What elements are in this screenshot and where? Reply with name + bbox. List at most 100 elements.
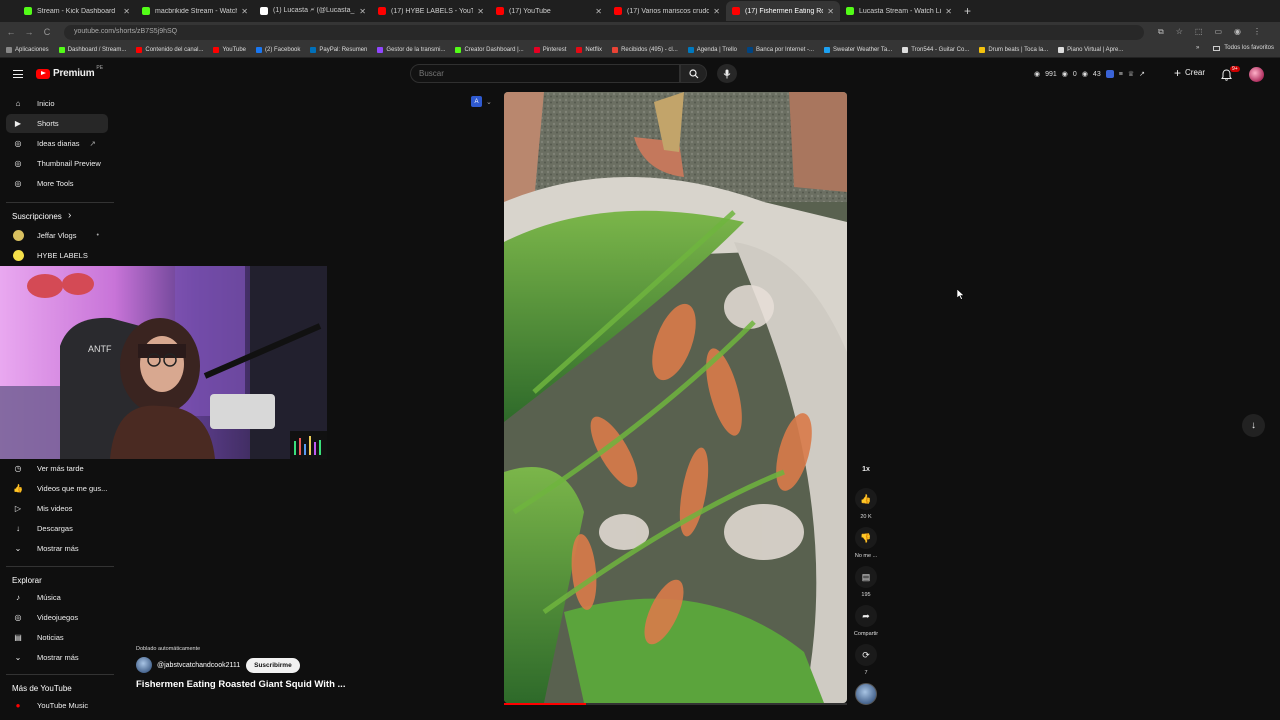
share-action[interactable]: ➦ Compartir bbox=[851, 605, 881, 637]
tab-close-icon[interactable]: ✕ bbox=[945, 7, 952, 16]
sidebar-item-mostrar-m-s[interactable]: ⌄ Mostrar más bbox=[6, 648, 108, 667]
tab-close-icon[interactable]: ✕ bbox=[477, 7, 484, 16]
sidebar-item-shorts[interactable]: ▶ Shorts bbox=[6, 114, 108, 133]
bookmarks-more-icon[interactable]: » bbox=[1196, 45, 1199, 51]
subscription-item[interactable]: Jeffar Vlogs • bbox=[6, 226, 108, 245]
install-icon[interactable]: ⧉ bbox=[1158, 27, 1164, 37]
sidebar-item-youtube-music[interactable]: ● YouTube Music bbox=[6, 696, 108, 715]
sidebar-item-videojuegos[interactable]: ◎ Videojuegos bbox=[6, 608, 108, 627]
notification-badge: 9+ bbox=[1230, 66, 1240, 72]
video-progress[interactable] bbox=[504, 703, 847, 705]
sidebar-item-inicio[interactable]: ⌂ Inicio bbox=[6, 94, 108, 113]
voice-search-button[interactable] bbox=[717, 64, 737, 83]
bookmark-item[interactable]: (2) Facebook bbox=[256, 46, 300, 53]
star-icon[interactable]: ☆ bbox=[1176, 27, 1183, 37]
bookmark-item[interactable]: Piano Virtual | Apre... bbox=[1058, 46, 1123, 53]
dislike-icon[interactable]: 👎 bbox=[855, 527, 877, 549]
speed-control[interactable]: 1x bbox=[851, 458, 881, 480]
tab-close-icon[interactable]: ✕ bbox=[123, 7, 130, 16]
sidebar-item-more-tools[interactable]: ◎ More Tools bbox=[6, 174, 108, 193]
bookmark-item[interactable]: Netflix bbox=[576, 46, 602, 53]
sound-action[interactable] bbox=[851, 683, 881, 705]
tab-close-icon[interactable]: ✕ bbox=[359, 7, 366, 16]
trophy-icon[interactable]: ♕ bbox=[1128, 70, 1134, 78]
bookmark-item[interactable]: Dashboard / Stream... bbox=[58, 46, 126, 53]
more-from-youtube-header[interactable]: Más de YouTube bbox=[12, 684, 72, 693]
subscription-item[interactable]: HYBE LABELS bbox=[6, 246, 108, 265]
forward-icon[interactable]: → bbox=[22, 27, 36, 37]
channel-avatar[interactable] bbox=[136, 657, 152, 673]
account-avatar[interactable] bbox=[1249, 67, 1264, 82]
bookmark-item[interactable]: Aplicaciones bbox=[6, 46, 49, 53]
sidebar-item-m-sica[interactable]: ♪ Música bbox=[6, 588, 108, 607]
sidebar-item-mostrar-m-s[interactable]: ⌄ Mostrar más bbox=[6, 539, 108, 558]
browser-tab[interactable]: (1) Lucasta 🗲 (@Lucasta_1) / X ✕ bbox=[254, 1, 372, 21]
browser-tab[interactable]: Stream - Kick Dashboard ✕ bbox=[18, 1, 136, 21]
create-button[interactable]: + Crear bbox=[1174, 67, 1205, 79]
remix-action[interactable]: ⟳ 7 bbox=[851, 644, 881, 676]
short-title[interactable]: Fishermen Eating Roasted Giant Squid Wit… bbox=[136, 679, 476, 690]
sidebar-item-mis-videos[interactable]: ▷ Mis videos bbox=[6, 499, 108, 518]
remix-icon[interactable]: ⟳ bbox=[855, 644, 877, 666]
search-input[interactable]: Buscar bbox=[410, 64, 680, 83]
browser-tab[interactable]: (17) YouTube ✕ bbox=[490, 1, 608, 21]
profile-icon[interactable]: ◉ bbox=[1234, 27, 1241, 37]
list-icon[interactable]: ≡ bbox=[1119, 71, 1123, 78]
bookmark-item[interactable]: Contenido del canal... bbox=[136, 46, 203, 53]
sound-thumbnail[interactable] bbox=[855, 683, 877, 705]
new-tab-icon[interactable]: + bbox=[964, 4, 971, 18]
bookmark-item[interactable]: Pinterest bbox=[533, 46, 566, 53]
browser-tab[interactable]: (17) Fishermen Eating Roas✕ bbox=[726, 1, 840, 21]
explore-header[interactable]: Explorar bbox=[12, 576, 42, 585]
subscriptions-header[interactable]: Suscripciones bbox=[12, 212, 62, 221]
subscribe-button[interactable]: Suscribirme bbox=[246, 657, 300, 673]
channel-name[interactable]: @jabstvcatchandcook2111 bbox=[157, 662, 240, 669]
comments-action[interactable]: ▤ 195 bbox=[851, 566, 881, 598]
popout-icon[interactable]: ↗ bbox=[1139, 70, 1145, 78]
share-icon[interactable]: ➦ bbox=[855, 605, 877, 627]
bookmark-item[interactable]: Agenda | Trello bbox=[687, 46, 737, 53]
bookmark-item[interactable]: Sweater Weather Ta... bbox=[824, 46, 892, 53]
sidebar-item-ver-m-s-tarde[interactable]: ◷ Ver más tarde bbox=[6, 459, 108, 478]
menu-dots-icon[interactable]: ⋮ bbox=[1253, 27, 1261, 37]
search-button[interactable] bbox=[680, 64, 707, 83]
bookmark-item[interactable]: YouTube bbox=[213, 46, 246, 53]
back-icon[interactable]: ← bbox=[4, 27, 18, 37]
player-extension-control[interactable]: A ⌄ bbox=[471, 96, 492, 107]
all-bookmarks-link[interactable]: Todos los favoritos bbox=[1224, 45, 1274, 51]
url-input[interactable]: youtube.com/shorts/zB7S5j9hSQ bbox=[64, 24, 1144, 40]
tab-close-icon[interactable]: ✕ bbox=[827, 7, 834, 16]
tab-close-icon[interactable]: ✕ bbox=[595, 7, 602, 16]
browser-tab[interactable]: (17) HYBE LABELS - YouTube✕ bbox=[372, 1, 490, 21]
cast-icon[interactable]: ▭ bbox=[1214, 27, 1222, 37]
like-action[interactable]: 👍 20 K bbox=[851, 488, 881, 520]
next-short-button[interactable]: ↓ bbox=[1242, 414, 1265, 437]
browser-tab[interactable]: macbrikide Stream - Watch Live✕ bbox=[136, 1, 254, 21]
playback-speed[interactable]: 1x bbox=[855, 458, 877, 480]
bookmark-item[interactable]: Creator Dashboard |... bbox=[455, 46, 524, 53]
youtube-logo[interactable]: Premium PE bbox=[36, 65, 103, 79]
browser-tab[interactable]: (17) Varios mariscos crudos M...✕ bbox=[608, 1, 726, 21]
browser-tab[interactable]: Lucasta Stream - Watch Live o✕ bbox=[840, 1, 958, 21]
bookmark-item[interactable]: Gestor de la transmi... bbox=[377, 46, 445, 53]
sidebar-item-thumbnail-preview[interactable]: ◎ Thumbnail Preview bbox=[6, 154, 108, 173]
bookmark-item[interactable]: Banca por Internet -... bbox=[747, 46, 814, 53]
like-icon[interactable]: 👍 bbox=[855, 488, 877, 510]
bookmark-item[interactable]: Tron544 - Guitar Co... bbox=[902, 46, 969, 53]
comment-icon[interactable]: ▤ bbox=[855, 566, 877, 588]
reload-icon[interactable]: C bbox=[40, 27, 54, 37]
extensions-icon[interactable]: ⬚ bbox=[1195, 27, 1203, 37]
sidebar-item-noticias[interactable]: ▤ Noticias bbox=[6, 628, 108, 647]
menu-icon[interactable] bbox=[13, 70, 23, 78]
shorts-video-player[interactable] bbox=[504, 92, 847, 703]
tab-close-icon[interactable]: ✕ bbox=[713, 7, 720, 16]
dislike-action[interactable]: 👎 No me ... bbox=[851, 527, 881, 559]
bookmark-item[interactable]: PayPal: Resumen bbox=[310, 46, 367, 53]
bookmark-item[interactable]: Recibidos (495) - cl... bbox=[612, 46, 678, 53]
sidebar-item-descargas[interactable]: ↓ Descargas bbox=[6, 519, 108, 538]
sidebar-item-ideas-diarias[interactable]: ◎ Ideas diarias ↗ bbox=[6, 134, 108, 153]
tab-close-icon[interactable]: ✕ bbox=[241, 7, 248, 16]
bookmark-item[interactable]: Drum beats | Toca la... bbox=[979, 46, 1048, 53]
extension-icon[interactable] bbox=[1105, 70, 1114, 78]
sidebar-item-videos-que-me-gus[interactable]: 👍 Videos que me gus... bbox=[6, 479, 108, 498]
